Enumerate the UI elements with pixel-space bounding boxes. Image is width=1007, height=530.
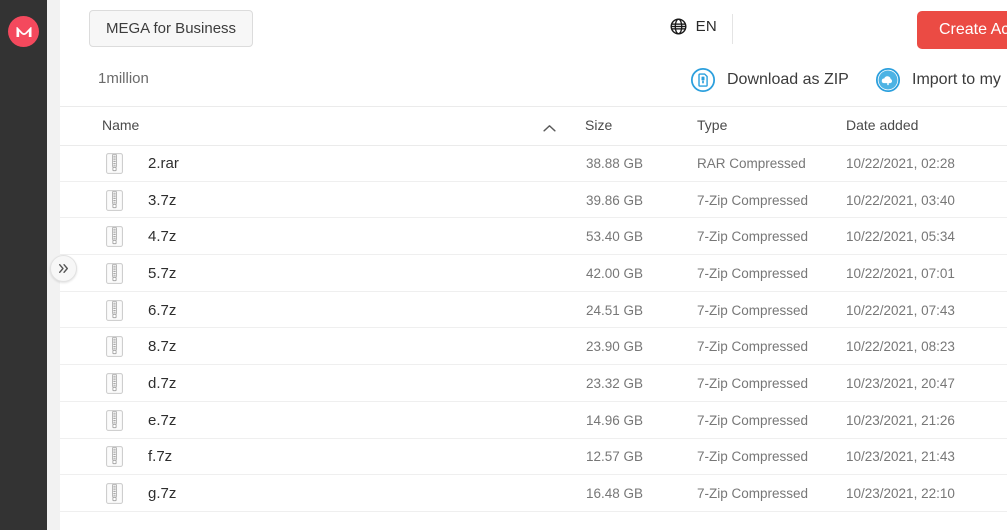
action-bar: 1million Download as ZIP Import to my: [60, 58, 1007, 106]
archive-file-icon: [106, 292, 123, 329]
file-name: 8.7z: [148, 338, 177, 356]
table-row[interactable]: 4.7z 53.40 GB 7-Zip Compressed 10/22/202…: [60, 218, 1007, 256]
table-row[interactable]: 6.7z 24.51 GB 7-Zip Compressed 10/22/202…: [60, 292, 1007, 329]
archive-file-icon: [106, 145, 123, 182]
file-date-added: 10/22/2021, 07:01: [846, 265, 955, 281]
table-row[interactable]: 8.7z 23.90 GB 7-Zip Compressed 10/22/202…: [60, 328, 1007, 366]
cloud-upload-icon: [875, 67, 901, 93]
archive-file-icon: [106, 182, 123, 219]
file-date-added: 10/23/2021, 21:43: [846, 449, 955, 465]
language-label: EN: [695, 18, 717, 35]
file-name: 4.7z: [148, 228, 177, 246]
create-account-label: Create Acc: [939, 21, 1007, 38]
table-row[interactable]: 3.7z 39.86 GB 7-Zip Compressed 10/22/202…: [60, 182, 1007, 219]
file-type: 7-Zip Compressed: [697, 339, 809, 355]
left-sidebar-rail: [0, 0, 47, 530]
file-name: 6.7z: [148, 301, 177, 319]
column-header-size[interactable]: Size: [585, 117, 612, 133]
file-date-added: 10/23/2021, 20:47: [846, 375, 955, 391]
mega-for-business-button[interactable]: MEGA for Business: [89, 10, 254, 47]
file-rows: 2.rar 38.88 GB RAR Compressed 10/22/2021…: [60, 145, 1007, 512]
mega-logo-icon[interactable]: [8, 16, 39, 47]
mega-file-share-page: MEGA for Business EN Create Acc 1million: [0, 0, 1007, 530]
file-name: 3.7z: [148, 191, 177, 209]
file-size: 38.88 GB: [586, 155, 644, 171]
table-row[interactable]: f.7z 12.57 GB 7-Zip Compressed 10/23/202…: [60, 439, 1007, 476]
file-size: 53.40 GB: [586, 229, 644, 245]
expand-sidebar-button[interactable]: [50, 255, 77, 282]
download-as-zip-label: Download as ZIP: [727, 71, 849, 88]
file-type: 7-Zip Compressed: [697, 486, 809, 502]
archive-file-icon: [106, 218, 123, 255]
chevron-up-icon[interactable]: [543, 120, 556, 138]
globe-icon: [670, 18, 687, 35]
file-date-added: 10/22/2021, 07:43: [846, 302, 955, 318]
table-row[interactable]: 5.7z 42.00 GB 7-Zip Compressed 10/22/202…: [60, 255, 1007, 292]
file-type: 7-Zip Compressed: [697, 375, 809, 391]
file-name: d.7z: [148, 374, 177, 392]
file-size: 23.90 GB: [586, 339, 644, 355]
file-size: 39.86 GB: [586, 192, 644, 208]
file-name: g.7z: [148, 485, 177, 503]
double-chevron-right-icon: [59, 264, 68, 273]
file-type: 7-Zip Compressed: [697, 302, 809, 318]
file-date-added: 10/22/2021, 03:40: [846, 192, 955, 208]
import-to-my-cloud-label: Import to my: [912, 71, 1001, 88]
file-type: 7-Zip Compressed: [697, 265, 809, 281]
language-selector[interactable]: EN: [669, 17, 717, 36]
archive-file-icon: [106, 475, 123, 512]
file-type: 7-Zip Compressed: [697, 449, 809, 465]
create-account-button[interactable]: Create Acc: [917, 11, 1007, 49]
file-size: 24.51 GB: [586, 302, 644, 318]
mega-for-business-label: MEGA for Business: [106, 20, 237, 37]
file-size: 16.48 GB: [586, 486, 644, 502]
top-bar: MEGA for Business EN Create Acc: [60, 0, 1007, 58]
file-size: 42.00 GB: [586, 265, 644, 281]
file-date-added: 10/22/2021, 02:28: [846, 155, 955, 171]
column-header-name[interactable]: Name: [102, 117, 139, 133]
file-name: e.7z: [148, 411, 177, 429]
file-size: 23.32 GB: [586, 375, 644, 391]
download-as-zip-button[interactable]: Download as ZIP: [690, 67, 849, 93]
file-size: 12.57 GB: [586, 449, 644, 465]
file-name: 5.7z: [148, 264, 177, 282]
download-zip-icon: [690, 67, 716, 93]
archive-file-icon: [106, 402, 123, 439]
file-date-added: 10/22/2021, 08:23: [846, 339, 955, 355]
archive-file-icon: [106, 328, 123, 365]
file-name: 2.rar: [148, 154, 179, 172]
file-date-added: 10/22/2021, 05:34: [846, 229, 955, 245]
file-date-added: 10/23/2021, 21:26: [846, 412, 955, 428]
file-table: Name Size Type Date added 2.rar 38.88 GB…: [60, 107, 1007, 512]
table-row[interactable]: d.7z 23.32 GB 7-Zip Compressed 10/23/202…: [60, 365, 1007, 402]
table-row[interactable]: 2.rar 38.88 GB RAR Compressed 10/22/2021…: [60, 145, 1007, 182]
topbar-divider: [732, 14, 733, 44]
file-type: 7-Zip Compressed: [697, 229, 809, 245]
table-row[interactable]: g.7z 16.48 GB 7-Zip Compressed 10/23/202…: [60, 475, 1007, 512]
file-name: f.7z: [148, 448, 173, 466]
file-type: 7-Zip Compressed: [697, 412, 809, 428]
import-to-my-cloud-button[interactable]: Import to my: [875, 67, 1001, 93]
main-content: MEGA for Business EN Create Acc 1million: [60, 0, 1007, 530]
column-header-type[interactable]: Type: [697, 117, 727, 133]
archive-file-icon: [106, 255, 123, 292]
file-date-added: 10/23/2021, 22:10: [846, 486, 955, 502]
file-type: 7-Zip Compressed: [697, 192, 809, 208]
archive-file-icon: [106, 439, 123, 476]
archive-file-icon: [106, 365, 123, 402]
file-type: RAR Compressed: [697, 155, 806, 171]
table-row[interactable]: e.7z 14.96 GB 7-Zip Compressed 10/23/202…: [60, 402, 1007, 439]
file-size: 14.96 GB: [586, 412, 644, 428]
breadcrumb[interactable]: 1million: [98, 70, 149, 87]
table-header-row: Name Size Type Date added: [60, 107, 1007, 145]
column-header-date-added[interactable]: Date added: [846, 117, 918, 133]
